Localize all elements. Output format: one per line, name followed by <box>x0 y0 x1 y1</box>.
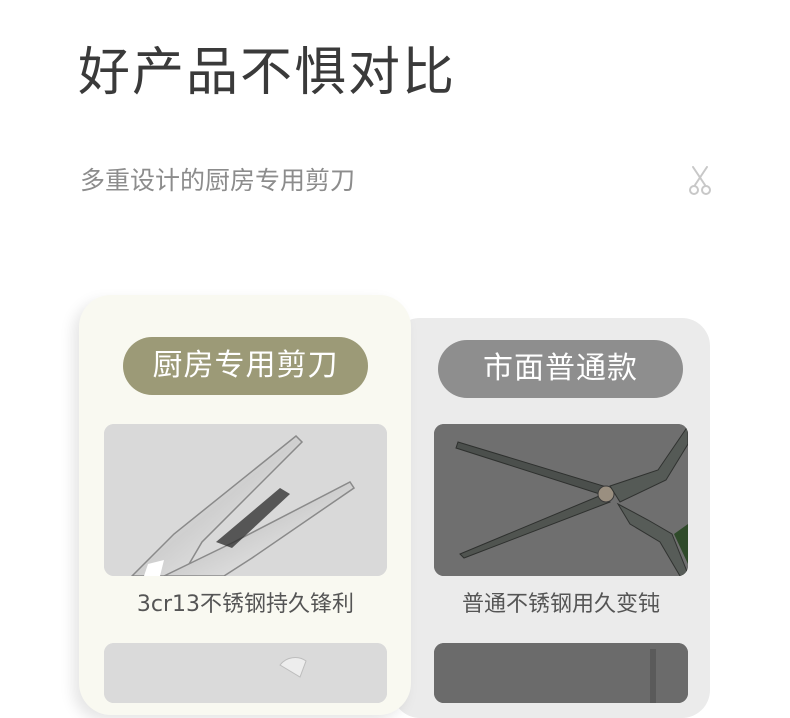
page-title: 好产品不惧对比 <box>78 43 457 103</box>
common-scissors-feature: 普通不锈钢用久变钝 <box>461 592 660 617</box>
common-scissors-badge: 市面普通款 <box>438 340 683 398</box>
scissors-icon <box>689 166 711 195</box>
common-scissors-photo <box>434 424 688 576</box>
kitchen-scissors-feature: 3cr13不锈钢持久锋利 <box>136 592 355 617</box>
page-subtitle: 多重设计的厨房专用剪刀 <box>80 166 356 195</box>
kitchen-scissors-photo-2 <box>104 643 387 703</box>
kitchen-scissors-badge: 厨房专用剪刀 <box>123 337 368 395</box>
kitchen-scissors-photo <box>104 424 387 576</box>
common-scissors-photo-2 <box>434 643 688 703</box>
